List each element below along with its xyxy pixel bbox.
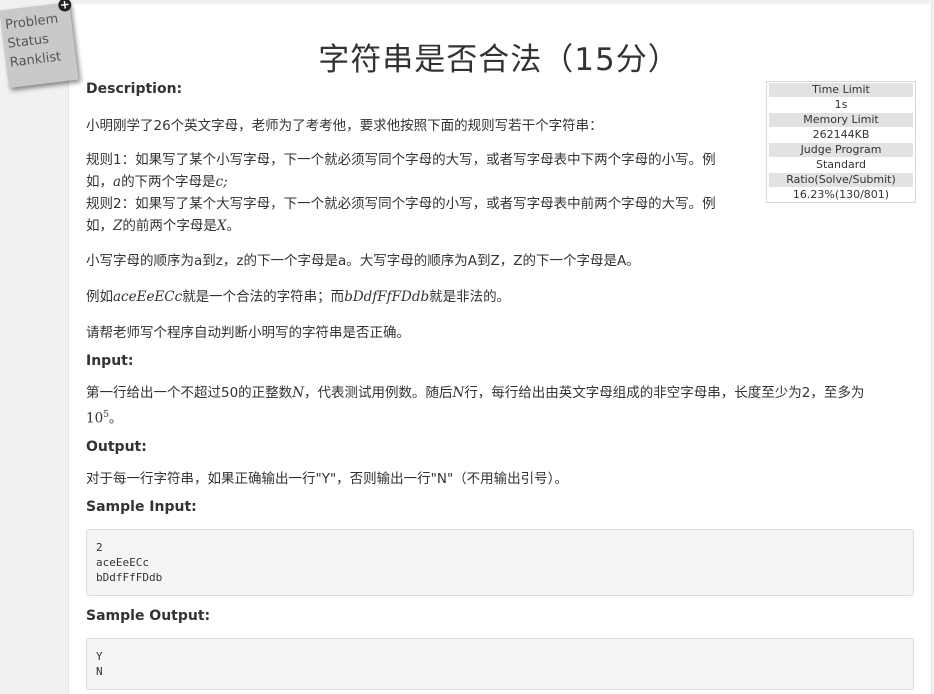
sample-input-line: bDdfFfFDdb <box>96 570 163 584</box>
description-intro: 小明刚学了26个英文字母，老师为了考考他，要求他按照下面的规则写若干个字符串： <box>86 118 603 134</box>
text: 第一行给出一个不超过50的正整数 <box>86 385 293 401</box>
sample-input-line: aceEeECc <box>96 555 149 569</box>
problem-content: Description: 小明刚学了26个英文字母，老师为了考考他，要求他按照下… <box>86 78 914 690</box>
math-punct: ; <box>223 174 228 190</box>
rule-2-line-1: 规则2：如果写了某个大写字母，下一个就必须写同个字母的小写，或者写字母表中前两个… <box>86 196 716 212</box>
math-var: N <box>292 385 304 401</box>
plus-circle-icon[interactable]: + <box>57 0 73 13</box>
text: 的下两个字母是 <box>121 174 216 190</box>
sample-output-box[interactable]: YN <box>86 637 914 690</box>
sample-input-heading: Sample Input: <box>86 498 197 515</box>
description-heading: Description: <box>86 81 183 97</box>
text: 的前两个字母是 <box>122 218 217 234</box>
sample-input-box[interactable]: 2 aceEeECc bDdfFfFDdb <box>86 528 914 596</box>
text: 。 <box>108 410 123 427</box>
task-text: 请帮老师写个程序自动判断小明写的字符串是否正确。 <box>86 325 410 341</box>
text: 就是一个合法的字符串；而 <box>182 289 345 305</box>
sample-input-line: 2 <box>96 540 103 554</box>
page-title: 字符串是否合法（15分） <box>318 42 680 78</box>
math-var: a <box>113 174 122 190</box>
math-var: N <box>452 385 465 401</box>
math-var: X <box>216 218 227 234</box>
text: 如， <box>86 174 113 190</box>
text: 就是非法的。 <box>429 289 511 305</box>
side-menu: + Problem Status Ranklist <box>0 0 79 88</box>
text: ，代表测试用例数。随后 <box>304 385 453 401</box>
text: 例如 <box>86 289 113 305</box>
math-var: bDdfFfFDdb <box>344 289 430 305</box>
math-base: 10 <box>86 410 104 427</box>
sample-output-heading: Sample Output: <box>86 607 211 624</box>
output-text: 对于每一行字符串，如果正确输出一行"Y"，否则输出一行"N"（不用输出引号）。 <box>86 470 568 487</box>
math-var: c <box>215 174 224 190</box>
text: 如， <box>86 218 113 234</box>
math-var: Z <box>113 218 123 234</box>
text: 。 <box>226 218 241 234</box>
text: 行，每行给出由英文字母组成的非空字母串，长度至少为2，至多为 <box>464 385 865 401</box>
input-text: 第一行给出一个不超过50的正整数N，代表测试用例数。随后N行，每行给出由英文字母… <box>86 382 914 430</box>
math-var: aceEeECc <box>113 289 183 305</box>
sample-output-line: Y <box>96 649 103 663</box>
input-heading: Input: <box>86 353 134 369</box>
rules-block: 规则1：如果写了某个小写字母，下一个就必须写同个字母的大写，或者写字母表中下两个… <box>86 149 914 237</box>
output-heading: Output: <box>86 438 147 455</box>
letter-order-text: 小写字母的顺序为a到z，z的下一个字母是a。大写字母的顺序为A到Z，Z的下一个字… <box>86 253 640 269</box>
rule-2-line-2: 如，Z的前两个字母是X。 <box>86 215 914 237</box>
rule-1-line-2: 如，a的下两个字母是c; <box>86 171 914 193</box>
example-text: 例如aceEeECc就是一个合法的字符串；而bDdfFfFDdb就是非法的。 <box>86 286 914 308</box>
sample-output-line: N <box>96 664 103 678</box>
rule-1-line-1: 规则1：如果写了某个小写字母，下一个就必须写同个字母的大写，或者写字母表中下两个… <box>86 152 716 168</box>
